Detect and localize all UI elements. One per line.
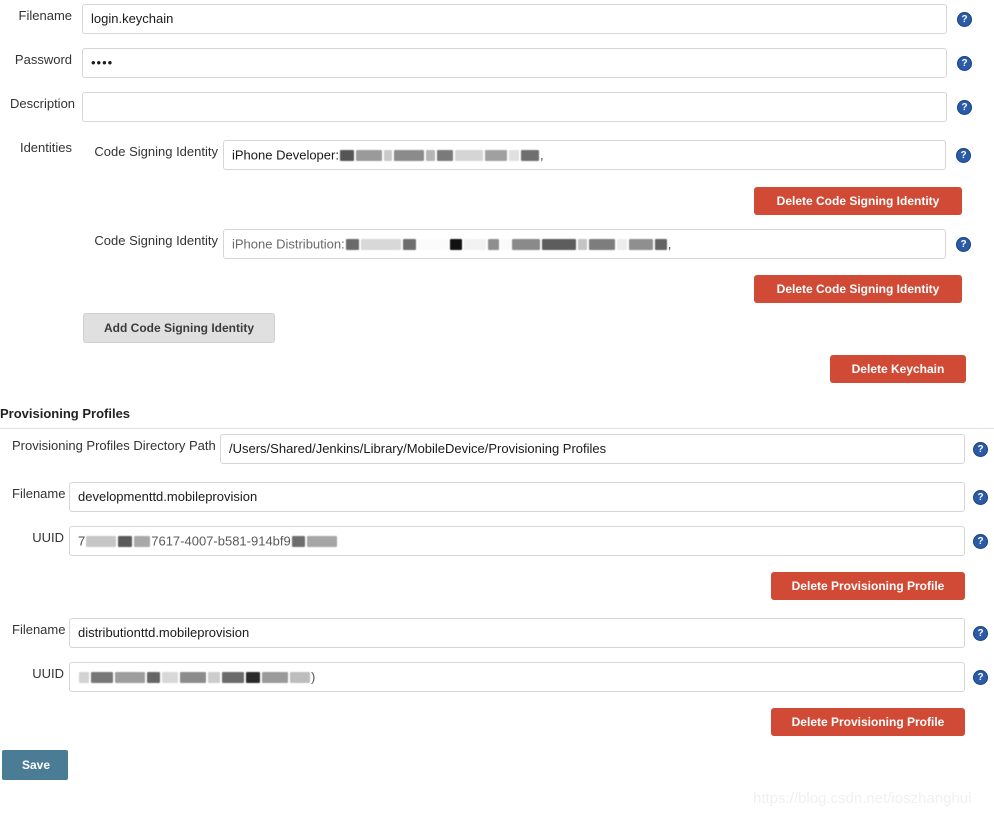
profile-uuid-input[interactable]: 7 7617-4007-b581-914bf9 bbox=[69, 526, 965, 556]
section-divider bbox=[0, 428, 994, 429]
profile-filename-label: Filename bbox=[12, 486, 66, 501]
help-icon[interactable]: ? bbox=[957, 56, 972, 71]
watermark: https://blog.csdn.net/ioszhanghui bbox=[753, 790, 972, 807]
profile-uuid-row-2: UUID ) ? bbox=[12, 662, 988, 692]
save-button[interactable]: Save bbox=[2, 750, 68, 780]
delete-code-signing-identity-button-2[interactable]: Delete Code Signing Identity bbox=[754, 275, 962, 303]
profile-uuid-row-1: UUID 7 7617-4007-b581-914bf9 ? bbox=[12, 526, 988, 556]
code-signing-identity-row-1: Code Signing Identity iPhone Developer:,… bbox=[92, 140, 971, 170]
help-icon[interactable]: ? bbox=[957, 12, 972, 27]
profile-uuid-label: UUID bbox=[32, 530, 64, 545]
filename-label: Filename bbox=[18, 8, 72, 23]
identities-label: Identities bbox=[19, 140, 72, 155]
description-row: Description ? bbox=[10, 92, 972, 122]
help-icon[interactable]: ? bbox=[973, 670, 988, 685]
help-icon[interactable]: ? bbox=[973, 490, 988, 505]
delete-provisioning-profile-button-2[interactable]: Delete Provisioning Profile bbox=[771, 708, 965, 736]
delete-code-signing-identity-button-1[interactable]: Delete Code Signing Identity bbox=[754, 187, 962, 215]
help-icon[interactable]: ? bbox=[973, 442, 988, 457]
code-signing-identity-label: Code Signing Identity bbox=[94, 233, 218, 248]
profile-uuid-label: UUID bbox=[32, 666, 64, 681]
description-input[interactable] bbox=[82, 92, 947, 122]
help-icon[interactable]: ? bbox=[956, 237, 971, 252]
identity-value-text: iPhone Developer: bbox=[232, 147, 339, 163]
profile-filename-row-2: Filename distributionttd.mobileprovision… bbox=[12, 618, 988, 648]
code-signing-identity-label: Code Signing Identity bbox=[94, 144, 218, 159]
profile-filename-input[interactable]: distributionttd.mobileprovision bbox=[69, 618, 965, 648]
profile-filename-row-1: Filename developmenttd.mobileprovision ? bbox=[12, 482, 988, 512]
password-input[interactable]: •••• bbox=[82, 48, 947, 78]
code-signing-identity-row-2: Code Signing Identity iPhone Distributio… bbox=[92, 229, 971, 259]
code-signing-identity-input[interactable]: iPhone Developer:, bbox=[223, 140, 946, 170]
provisioning-directory-label: Provisioning Profiles Directory Path bbox=[12, 438, 216, 453]
identity-value-text: iPhone Distribution: bbox=[232, 236, 345, 252]
help-icon[interactable]: ? bbox=[956, 148, 971, 163]
filename-row: Filename login.keychain ? bbox=[10, 4, 972, 34]
help-icon[interactable]: ? bbox=[973, 626, 988, 641]
delete-keychain-button[interactable]: Delete Keychain bbox=[830, 355, 966, 383]
delete-provisioning-profile-button-1[interactable]: Delete Provisioning Profile bbox=[771, 572, 965, 600]
add-code-signing-identity-button[interactable]: Add Code Signing Identity bbox=[83, 313, 275, 343]
provisioning-directory-input[interactable]: /Users/Shared/Jenkins/Library/MobileDevi… bbox=[220, 434, 965, 464]
profile-filename-input[interactable]: developmenttd.mobileprovision bbox=[69, 482, 965, 512]
provisioning-directory-row: Provisioning Profiles Directory Path /Us… bbox=[12, 434, 988, 464]
provisioning-profiles-heading: Provisioning Profiles bbox=[0, 406, 131, 421]
code-signing-identity-input[interactable]: iPhone Distribution:, bbox=[223, 229, 946, 259]
filename-input[interactable]: login.keychain bbox=[82, 4, 947, 34]
keychain-configuration-page: Filename login.keychain ? Password •••• … bbox=[0, 0, 994, 817]
help-icon[interactable]: ? bbox=[973, 534, 988, 549]
profile-uuid-input[interactable]: ) bbox=[69, 662, 965, 692]
description-label: Description bbox=[10, 96, 76, 111]
uuid-partial-text: 7617-4007-b581-914bf9 bbox=[151, 533, 291, 549]
profile-filename-label: Filename bbox=[12, 622, 66, 637]
help-icon[interactable]: ? bbox=[957, 100, 972, 115]
password-row: Password •••• ? bbox=[10, 48, 972, 78]
password-label: Password bbox=[14, 52, 72, 67]
